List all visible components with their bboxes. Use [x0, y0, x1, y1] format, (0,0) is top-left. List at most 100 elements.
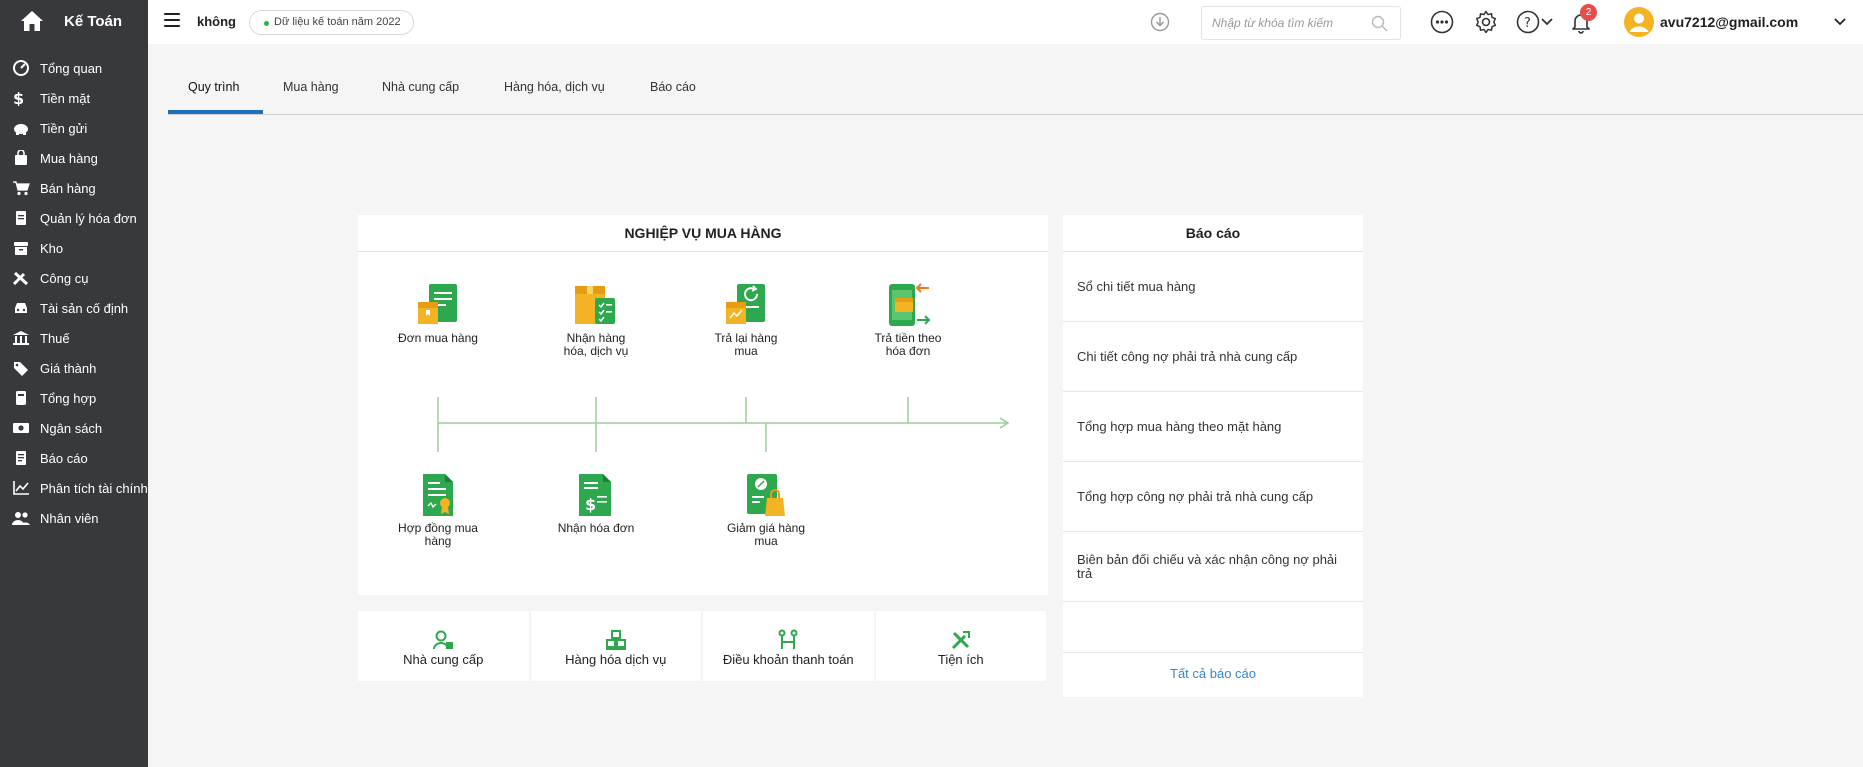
sidebar-item-label: Tổng quan	[40, 60, 103, 76]
more-options-icon[interactable]	[1430, 10, 1454, 34]
bank-icon	[13, 331, 29, 345]
report-link[interactable]: Tổng hợp mua hàng theo mặt hàng	[1063, 392, 1363, 462]
tab-bar: Quy trình Mua hàng Nhà cung cấp Hàng hóa…	[168, 70, 1863, 115]
sidebar-item-label: Nhân viên	[40, 510, 99, 526]
user-menu-chevron-down-icon[interactable]	[1834, 17, 1846, 26]
sidebar-item-label: Kho	[40, 240, 64, 256]
sidebar-header: Kế Toán	[0, 0, 148, 42]
sidebar-item-tong-quan[interactable]: Tổng quan	[0, 53, 148, 83]
step-pay-invoice[interactable]: Trả tiền theo hóa đơn	[868, 282, 948, 357]
report-link[interactable]: Sổ chi tiết mua hàng	[1063, 252, 1363, 322]
tools-icon	[12, 271, 29, 286]
sidebar-item-label: Tổng hợp	[40, 390, 97, 406]
shortcut-goods[interactable]: Hàng hóa dịch vụ	[530, 611, 701, 681]
book-icon	[16, 391, 26, 405]
sidebar-item-label: Phân tích tài chính	[40, 480, 148, 496]
process-flow: Đơn mua hàng Nhận hàng hóa, dịch vụ Trả …	[358, 252, 1048, 595]
purchase-contract-icon	[423, 474, 453, 516]
sidebar-item-tai-san-co-dinh[interactable]: Tài sản cố định	[0, 293, 148, 323]
sidebar-item-label: Tiền mặt	[40, 90, 91, 106]
reports-panel: Báo cáo Sổ chi tiết mua hàng Chi tiết cô…	[1063, 215, 1363, 697]
sidebar-item-label: Quản lý hóa đơn	[40, 210, 137, 226]
sidebar-item-tong-hop[interactable]: Tổng hợp	[0, 383, 148, 413]
sidebar-item-gia-thanh[interactable]: Giá thành	[0, 353, 148, 383]
invoice-icon	[16, 211, 26, 225]
shortcut-supplier[interactable]: Nhà cung cấp	[358, 611, 529, 681]
step-purchase-contract[interactable]: Hợp đồng mua hàng	[398, 472, 478, 547]
report-link[interactable]: Chi tiết công nợ phải trả nhà cung cấp	[1063, 322, 1363, 392]
sidebar-item-ngan-sach[interactable]: Ngân sách	[0, 413, 148, 443]
users-icon	[12, 512, 30, 525]
cart-icon	[13, 181, 30, 196]
sidebar-item-kho[interactable]: Kho	[0, 233, 148, 263]
sidebar-item-cong-cu[interactable]: Công cụ	[0, 263, 148, 293]
home-icon[interactable]	[20, 10, 44, 32]
sidebar-item-tien-gui[interactable]: Tiền gửi	[0, 113, 148, 143]
hamburger-menu-icon[interactable]	[164, 13, 180, 27]
sidebar-menu: Tổng quan $ Tiền mặt Tiền gửi Mua hàng B…	[0, 53, 148, 533]
tab-hang-hoa-dich-vu[interactable]: Hàng hóa, dịch vụ	[504, 80, 605, 94]
tab-mua-hang[interactable]: Mua hàng	[283, 80, 339, 94]
help-chevron-down-icon[interactable]	[1540, 15, 1554, 29]
avatar[interactable]	[1624, 7, 1654, 37]
company-name[interactable]: không	[197, 14, 236, 29]
tab-nha-cung-cap[interactable]: Nhà cung cấp	[382, 80, 459, 94]
return-goods-icon	[726, 284, 765, 324]
step-purchase-discount[interactable]: Giảm giá hàng mua	[726, 472, 806, 547]
shortcut-label: Điều khoản thanh toán	[722, 652, 854, 667]
shortcut-payment-terms[interactable]: Điều khoản thanh toán	[703, 611, 874, 681]
download-icon[interactable]	[1150, 12, 1170, 32]
sidebar-item-label: Báo cáo	[40, 450, 88, 466]
sidebar-item-quan-ly-hoa-don[interactable]: Quản lý hóa đơn	[0, 203, 148, 233]
search-box	[1201, 6, 1401, 40]
step-label: Trả lại hàng mua	[714, 331, 778, 358]
pay-invoice-icon	[889, 283, 931, 326]
shortcut-bar: Nhà cung cấp Hàng hóa dịch vụ Điều khoản…	[358, 611, 1046, 681]
step-receive-invoice[interactable]: $ Nhận hóa đơn	[556, 472, 636, 535]
step-label: Trả tiền theo hóa đơn	[874, 331, 942, 358]
sidebar-item-bao-cao[interactable]: Báo cáo	[0, 443, 148, 473]
sidebar-item-label: Thuế	[40, 330, 70, 346]
money-icon	[13, 423, 29, 433]
search-input[interactable]	[1202, 7, 1362, 39]
sidebar-item-tien-mat[interactable]: $ Tiền mặt	[0, 83, 148, 113]
sidebar-item-label: Tài sản cố định	[40, 300, 129, 316]
piggy-bank-icon	[14, 124, 28, 135]
active-tab-indicator	[168, 110, 263, 114]
spacer	[1721, 9, 1722, 10]
sidebar-item-phan-tich-tai-chinh[interactable]: Phân tích tài chính	[0, 473, 148, 503]
dashboard-icon	[13, 60, 29, 76]
car-icon	[15, 303, 27, 313]
help-icon[interactable]: ?	[1516, 10, 1540, 34]
svg-text:$: $	[585, 495, 596, 514]
report-link[interactable]: Tổng hợp công nợ phải trả nhà cung cấp	[1063, 462, 1363, 532]
svg-text:$: $	[13, 90, 24, 106]
sidebar-item-label: Giá thành	[40, 360, 97, 376]
user-email[interactable]: avu7212@gmail.com	[1660, 14, 1798, 30]
step-label: Đơn mua hàng	[398, 331, 478, 345]
search-icon[interactable]	[1371, 15, 1388, 32]
sidebar-item-nhan-vien[interactable]: Nhân viên	[0, 503, 148, 533]
tab-bao-cao[interactable]: Báo cáo	[650, 80, 696, 94]
payment-terms-icon	[778, 629, 798, 649]
sidebar-item-thue[interactable]: Thuế	[0, 323, 148, 353]
settings-gear-icon[interactable]	[1474, 10, 1498, 34]
sidebar: Kế Toán Tổng quan $ Tiền mặt Tiền gửi Mu…	[0, 0, 148, 767]
sidebar-item-mua-hang[interactable]: Mua hàng	[0, 143, 148, 173]
step-receive-goods[interactable]: Nhận hàng hóa, dịch vụ	[556, 282, 636, 357]
all-reports-link[interactable]: Tất cả báo cáo	[1063, 666, 1363, 681]
goods-icon	[605, 630, 626, 650]
sidebar-item-ban-hang[interactable]: Bán hàng	[0, 173, 148, 203]
data-year-badge[interactable]: Dữ liệu kế toán năm 2022	[249, 10, 414, 35]
shortcut-utilities[interactable]: Tiện ích	[875, 611, 1046, 681]
warehouse-icon	[14, 242, 28, 255]
report-icon	[16, 451, 26, 465]
tab-quy-trinh[interactable]: Quy trình	[188, 80, 239, 94]
reports-title: Báo cáo	[1063, 215, 1363, 252]
chart-line-icon	[13, 481, 29, 495]
step-label: Nhận hóa đơn	[557, 521, 635, 535]
svg-text:?: ?	[1524, 16, 1531, 31]
step-purchase-order[interactable]: Đơn mua hàng	[398, 282, 478, 345]
report-link[interactable]: Biên bản đối chiếu và xác nhận công nợ p…	[1063, 532, 1363, 602]
step-return-goods[interactable]: Trả lại hàng mua	[706, 282, 786, 357]
